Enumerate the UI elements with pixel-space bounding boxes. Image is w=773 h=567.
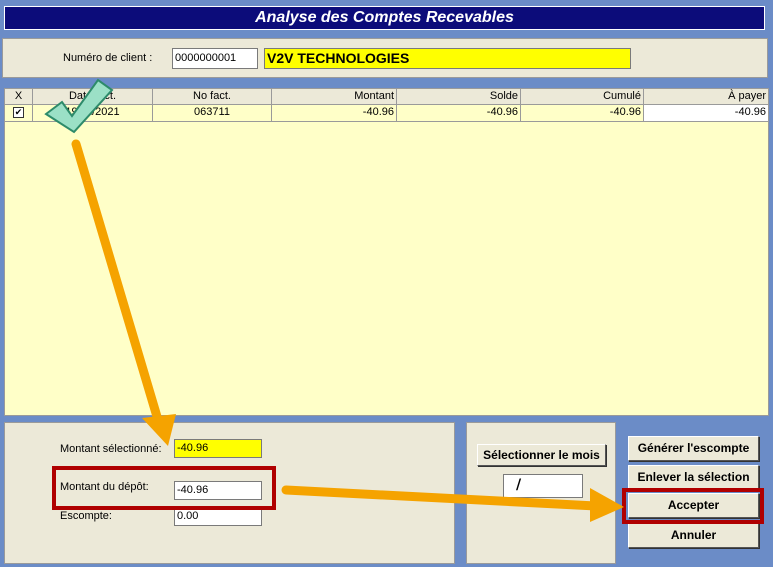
row-to-pay[interactable]: -40.96 [644,105,768,121]
window-title: Analyse des Comptes Recevables [4,6,765,30]
accept-highlight-box [622,488,764,524]
generate-discount-button[interactable]: Générer l'escompte [628,436,759,461]
col-header-amount[interactable]: Montant [272,89,397,104]
select-month-button[interactable]: Sélectionner le mois [477,444,606,466]
remove-selection-button[interactable]: Enlever la sélection [628,465,759,490]
row-amount: -40.96 [272,105,397,121]
row-select-cell[interactable]: ✔ [5,105,33,121]
col-header-balance[interactable]: Solde [397,89,521,104]
col-header-date[interactable]: Date fact. [33,89,153,104]
row-invoice: 063711 [153,105,272,121]
client-panel: Numéro de client : 0000000001 V2V TECHNO… [2,38,768,78]
row-balance: -40.96 [397,105,521,121]
client-number-input[interactable]: 0000000001 [172,48,258,69]
grid-header: X Date fact. No fact. Montant Solde Cumu… [5,89,768,105]
row-cumul: -40.96 [521,105,644,121]
month-input[interactable]: / [503,474,583,498]
deposit-highlight-box [52,466,276,510]
row-checkbox[interactable]: ✔ [13,107,24,118]
client-name-field: V2V TECHNOLOGIES [264,48,631,69]
col-header-select[interactable]: X [5,89,33,104]
selected-amount-label: Montant sélectionné: [60,443,162,455]
col-header-cumul[interactable]: Cumulé [521,89,644,104]
invoice-grid: X Date fact. No fact. Montant Solde Cumu… [4,88,769,416]
col-header-to-pay[interactable]: À payer [644,89,768,104]
selected-amount-field: -40.96 [174,439,262,458]
cancel-button[interactable]: Annuler [628,523,759,548]
table-row[interactable]: ✔ 19/11/2021 063711 -40.96 -40.96 -40.96… [5,105,768,122]
client-number-label: Numéro de client : [63,52,153,64]
discount-label: Escompte: [60,510,112,522]
col-header-invoice[interactable]: No fact. [153,89,272,104]
row-date: 19/11/2021 [33,105,153,121]
